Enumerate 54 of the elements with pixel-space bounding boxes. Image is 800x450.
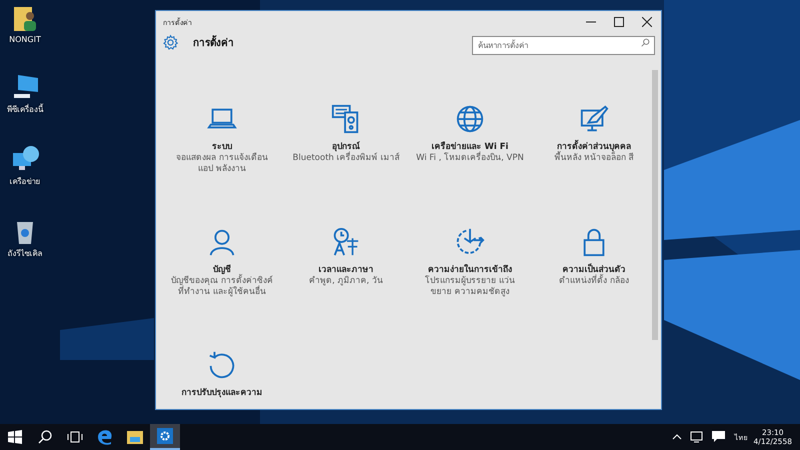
refresh-icon: [207, 350, 237, 380]
category-title: การตั้งค่าส่วนบุคคล: [557, 139, 631, 153]
settings-category[interactable]: ระบบ จอแสดงผล การแจ้งเตือน แอป พลังงาน: [160, 104, 284, 227]
task-view-icon: [67, 431, 83, 443]
settings-category[interactable]: การตั้งค่าส่วนบุคคล พื้นหลัง หน้าจอล็อก สี: [532, 104, 656, 227]
category-title: ความง่ายในการเข้าถึง: [428, 263, 512, 275]
page-heading: การตั้งค่า: [193, 35, 234, 50]
clock-letters-icon: [331, 227, 361, 257]
category-description: คำพูด, ภูมิภาค, วัน: [308, 276, 384, 288]
monitor-brush-icon: [579, 104, 609, 134]
clock-arrow-icon: [455, 227, 485, 257]
settings-taskbar-button[interactable]: [150, 424, 180, 450]
settings-category[interactable]: อุปกรณ์ Bluetooth เครื่องพิมพ์ เมาส์: [284, 104, 408, 227]
keyboard-speaker-icon: [331, 104, 361, 134]
network-monitor-icon[interactable]: [690, 431, 704, 443]
search-icon[interactable]: [641, 38, 650, 47]
browser-icon: [97, 429, 113, 445]
category-title: อุปกรณ์: [332, 140, 360, 152]
category-description: Wi Fi , โหมดเครื่องบิน, VPN: [415, 153, 525, 164]
category-description: ตำแหน่งที่ตั้ง กล้อง: [558, 276, 630, 288]
category-title: บัญชี: [213, 264, 231, 275]
folder-icon: [127, 430, 143, 444]
desktop-icon-label[interactable]: NONGIT: [9, 35, 41, 44]
close-icon: [642, 17, 652, 27]
globe-icon: [455, 104, 485, 134]
settings-category[interactable]: การปรับปรุงและความ: [160, 350, 284, 409]
desktop-icon-label[interactable]: ถังรีไซเคิล: [8, 247, 42, 260]
category-title: เวลาและภาษา: [318, 264, 374, 276]
scrollbar[interactable]: [652, 70, 658, 340]
category-title: เครือข่ายและ Wi Fi: [432, 140, 508, 152]
category-description: Bluetooth เครื่องพิมพ์ เมาส์: [292, 153, 400, 164]
category-title: ระบบ: [212, 141, 232, 152]
message-icon[interactable]: [712, 431, 725, 443]
category-description: พื้นหลัง หน้าจอล็อก สี: [553, 153, 635, 164]
desktop-icon-label[interactable]: พีซีเครื่องนี้: [7, 103, 43, 116]
gear-icon: [157, 428, 173, 444]
search-field[interactable]: ค้นหาการตั้งค่า: [472, 36, 655, 55]
settings-category[interactable]: ความเป็นส่วนตัว ตำแหน่งที่ตั้ง กล้อง: [532, 227, 656, 350]
settings-category[interactable]: บัญชี บัญชีของคุณ การตั้งค่าซิงค์ ที่ทำงาน และผู้ใช้คนอื่น: [160, 227, 284, 350]
person-icon: [207, 227, 237, 257]
settings-category[interactable]: เครือข่ายและ Wi Fi Wi Fi , โหมดเครื่องบิน, VPN: [408, 104, 532, 227]
caret-up-icon[interactable]: [672, 432, 682, 442]
category-title: ความเป็นส่วนตัว: [562, 262, 626, 275]
settings-category[interactable]: ความง่ายในการเข้าถึง โปรแกรมผู้บรรยาย แว่นขยาย ความคมชัดสูง: [408, 227, 532, 350]
category-title: การปรับปรุงและความ: [182, 387, 262, 399]
windows-logo-icon: [8, 430, 22, 444]
search-icon: [38, 430, 52, 444]
desktop-icon-label[interactable]: เครือข่าย: [10, 175, 40, 188]
category-description: โปรแกรมผู้บรรยาย แว่นขยาย ความคมชัดสูง: [424, 276, 516, 299]
settings-category[interactable]: เวลาและภาษา คำพูด, ภูมิภาค, วัน: [284, 227, 408, 350]
settings-icon: [162, 34, 179, 51]
category-description: บัญชีของคุณ การตั้งค่าซิงค์ ที่ทำงาน และผู้ใช้คนอื่น: [170, 276, 274, 299]
maximize-icon: [614, 17, 624, 27]
category-description: จอแสดงผล การแจ้งเตือน แอป พลังงาน: [175, 153, 269, 176]
